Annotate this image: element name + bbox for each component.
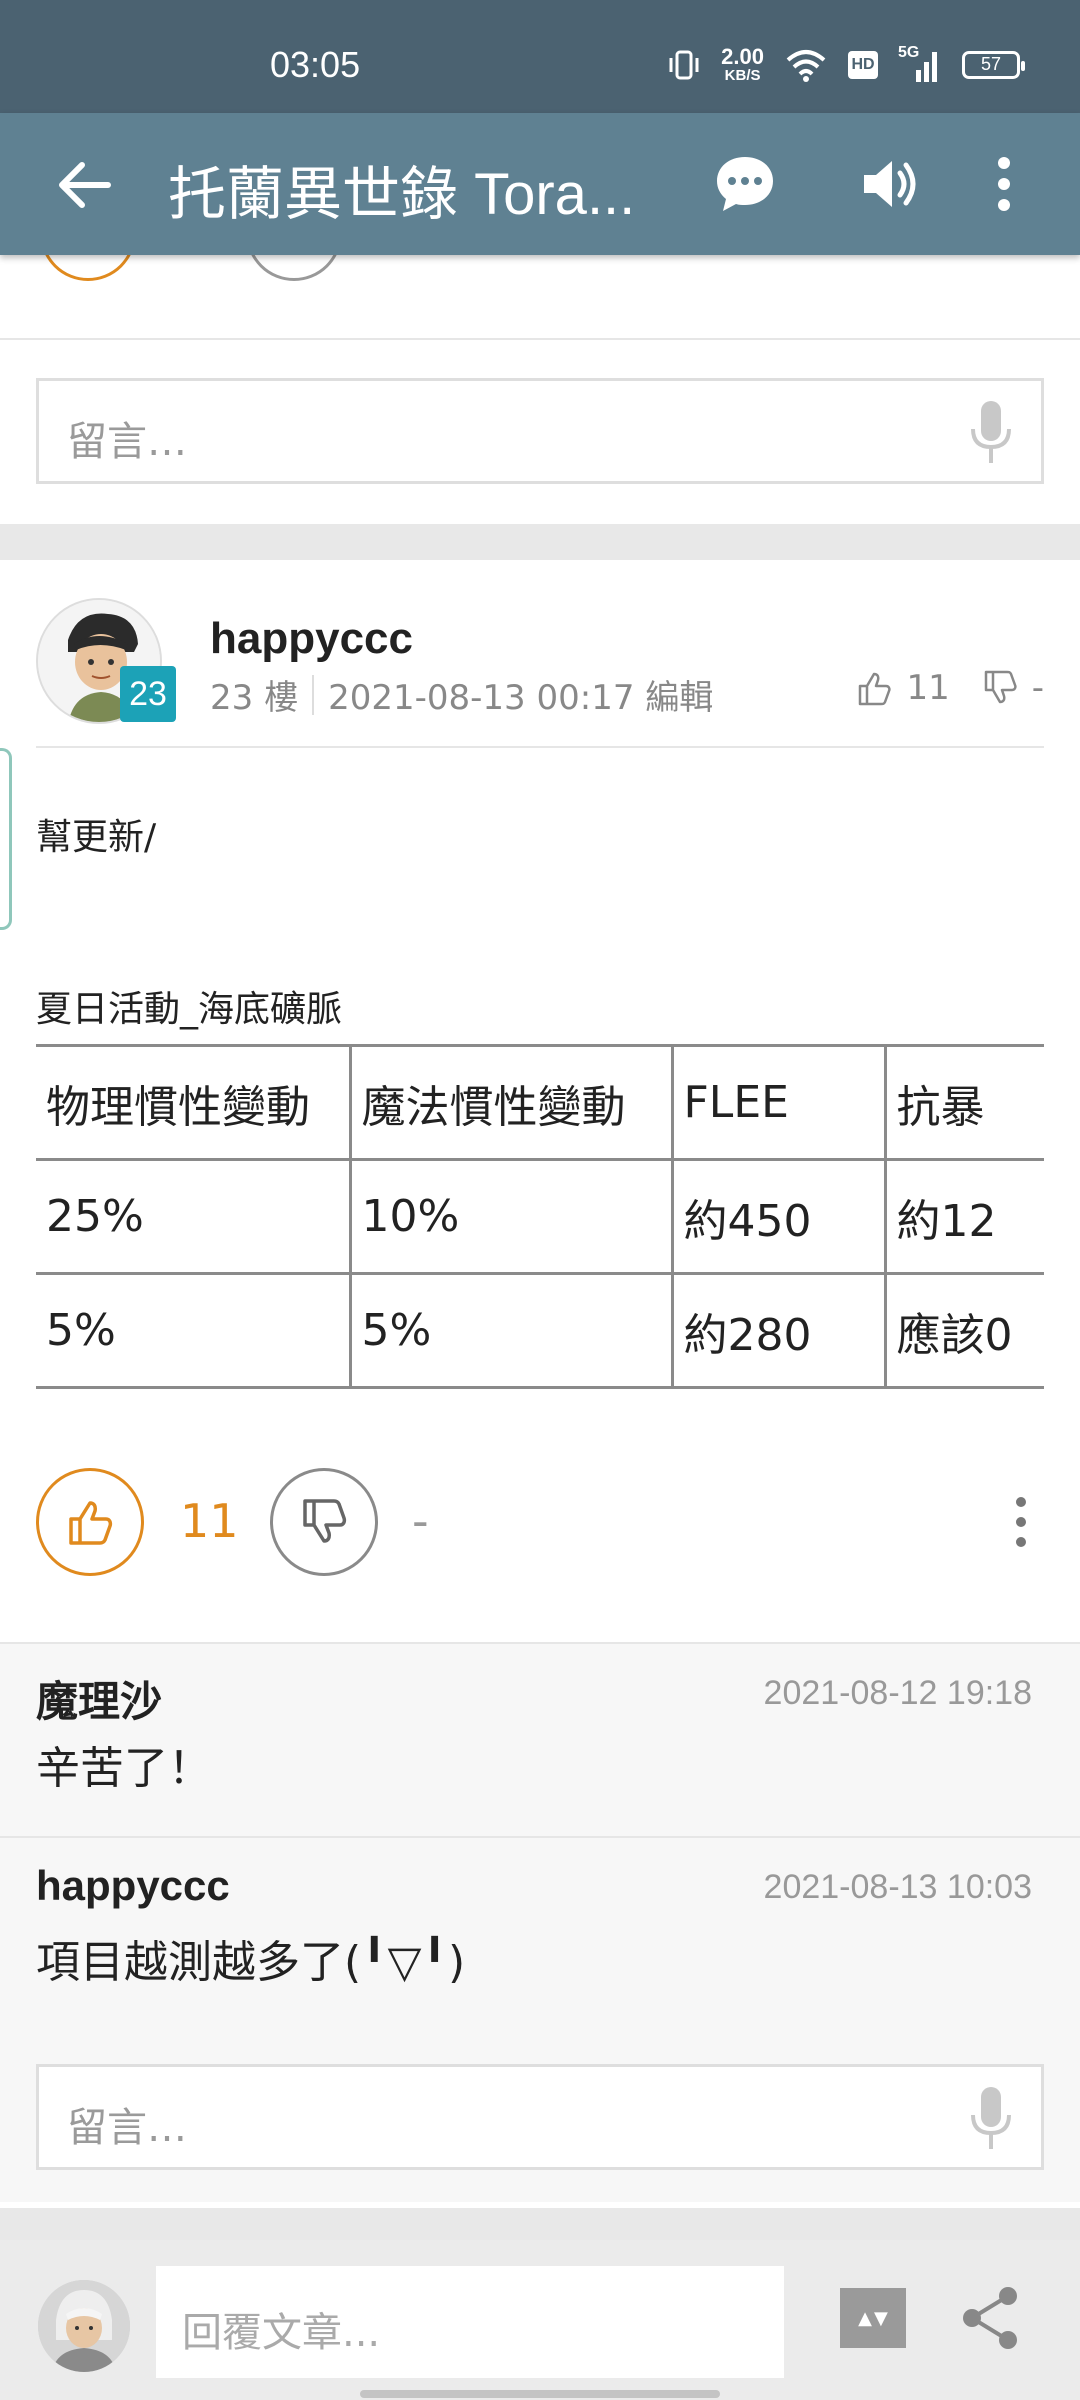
thumbs-up-icon[interactable]	[854, 668, 894, 708]
table-cell: 5%	[36, 1272, 350, 1389]
table-cell: 10%	[348, 1158, 672, 1275]
vibrate-icon	[669, 50, 699, 79]
net-speed-unit: KB/S	[724, 67, 761, 84]
reply-time: 2021-08-13 10:03	[763, 1868, 1032, 1906]
table-row: 5% 5% 約280 應該0	[36, 1272, 1044, 1389]
section-separator	[0, 2208, 1080, 2240]
table-cell: 5%	[348, 1272, 672, 1389]
table-row: 物理慣性變動 魔法慣性變動 FLEE 抗暴	[36, 1044, 1044, 1161]
comment-placeholder: 留言…	[67, 419, 187, 465]
comment-placeholder: 留言…	[67, 2105, 187, 2151]
reply-author[interactable]: happyccc	[36, 1862, 230, 1910]
status-time: 03:05	[270, 44, 361, 85]
reply-author[interactable]: 魔理沙	[36, 1668, 162, 1729]
reply-placeholder: 回覆文章...	[182, 2310, 381, 2356]
status-icons: 2.00 KB/S HD 5G 57	[667, 44, 1025, 84]
divider	[0, 338, 1080, 340]
mini-like-count: 11	[906, 668, 950, 708]
table-cell: 抗暴	[883, 1044, 1044, 1161]
table-cell: 魔法慣性變動	[348, 1044, 672, 1161]
net-speed: 2.00 KB/S	[721, 44, 764, 84]
post-table: 物理慣性變動 魔法慣性變動 FLEE 抗暴 25% 10% 約450 約12 5…	[36, 1044, 1044, 1389]
post-meta: 23 樓 2021-08-13 00:17 編輯	[210, 670, 713, 719]
net-speed-value: 2.00	[721, 44, 764, 69]
prev-like-button[interactable]	[40, 255, 136, 281]
microphone-icon[interactable]	[967, 399, 1015, 467]
status-bar: 03:05 2.00 KB/S HD 5G 57	[0, 0, 1080, 113]
triangle-down-icon: ▼	[874, 2307, 888, 2329]
app-screen: 03:05 2.00 KB/S HD 5G 57 托蘭異世錄 Tora... 留…	[0, 0, 1080, 2400]
table-cell: 物理慣性變動	[36, 1044, 350, 1161]
reply-time: 2021-08-12 19:18	[763, 1674, 1032, 1712]
table-cell: 約450	[670, 1158, 885, 1275]
signal-icon: 5G	[898, 44, 942, 82]
post-timestamp: 2021-08-13 00:17 編輯	[328, 678, 714, 718]
thumbs-up-icon	[69, 1501, 113, 1545]
meta-separator	[312, 674, 315, 715]
battery-icon: 57	[962, 50, 1025, 79]
reply-comment-input[interactable]: 留言…	[36, 2064, 1044, 2170]
more-vert-icon[interactable]	[982, 151, 1026, 217]
reply-item: 魔理沙 2021-08-12 19:18 辛苦了！	[0, 1644, 1080, 1836]
hd-icon: HD	[848, 50, 878, 79]
battery-level: 57	[980, 54, 1002, 74]
post-text-line: 夏日活動_海底礦脈	[36, 989, 343, 1030]
reply-list: 魔理沙 2021-08-12 19:18 辛苦了！ happyccc 2021-…	[0, 1642, 1080, 2202]
app-bar: 托蘭異世錄 Tora...	[0, 113, 1080, 255]
bottom-reply-bar: 回覆文章... ▲ ▼	[0, 2240, 1080, 2400]
table-cell: 約280	[670, 1272, 885, 1389]
my-avatar[interactable]	[38, 2280, 130, 2372]
page-jump-button[interactable]: ▲ ▼	[840, 2288, 906, 2348]
prev-dislike-button[interactable]	[246, 255, 342, 281]
table-cell: 應該0	[883, 1272, 1044, 1389]
like-count: 11	[180, 1494, 239, 1548]
thumbs-down-icon[interactable]	[980, 668, 1020, 708]
post-username[interactable]: happyccc	[210, 614, 413, 664]
section-separator	[0, 524, 1080, 560]
floor-badge: 23	[120, 666, 176, 722]
post-floor: 23 樓	[210, 678, 299, 718]
side-drawer-handle[interactable]	[0, 748, 12, 930]
reply-item: happyccc 2021-08-13 10:03 項目越測越多了(╹▽╹)	[0, 1838, 1080, 2030]
post-header: 23 happyccc 23 樓 2021-08-13 00:17 編輯 11 …	[0, 560, 1080, 750]
avatar-image	[38, 2280, 130, 2372]
post-vote-row: 11 -	[0, 1464, 1080, 1576]
triangle-up-icon: ▲	[858, 2307, 872, 2329]
comment-input[interactable]: 留言…	[36, 378, 1044, 484]
dislike-button[interactable]	[270, 1468, 378, 1576]
divider	[36, 746, 1044, 748]
back-arrow-icon[interactable]	[52, 153, 116, 217]
table-cell: FLEE	[670, 1044, 885, 1161]
reply-text: 項目越測越多了(╹▽╹)	[36, 1937, 466, 1988]
share-icon[interactable]	[958, 2284, 1024, 2352]
home-indicator[interactable]	[360, 2390, 720, 2398]
previous-post-vote-buttons	[0, 255, 1080, 285]
table-row: 25% 10% 約450 約12	[36, 1158, 1044, 1275]
page-title: 托蘭異世錄 Tora...	[168, 162, 636, 227]
post-mini-votes: 11 -	[854, 668, 1044, 708]
chat-bubble-icon[interactable]	[712, 151, 778, 217]
thumbs-down-icon	[303, 1499, 347, 1543]
reply-text: 辛苦了！	[36, 1743, 212, 1794]
table-cell: 約12	[883, 1158, 1044, 1275]
microphone-icon[interactable]	[967, 2085, 1015, 2153]
mini-dislike-count: -	[1031, 668, 1044, 708]
reply-article-input[interactable]: 回覆文章...	[156, 2266, 784, 2378]
speaker-icon[interactable]	[856, 151, 922, 217]
post-more-icon[interactable]	[1006, 1494, 1036, 1550]
like-button[interactable]	[36, 1468, 144, 1576]
post-text-line: 幫更新/	[36, 817, 157, 858]
table-cell: 25%	[36, 1158, 350, 1275]
dislike-count: -	[412, 1494, 429, 1548]
wifi-icon	[786, 49, 826, 82]
